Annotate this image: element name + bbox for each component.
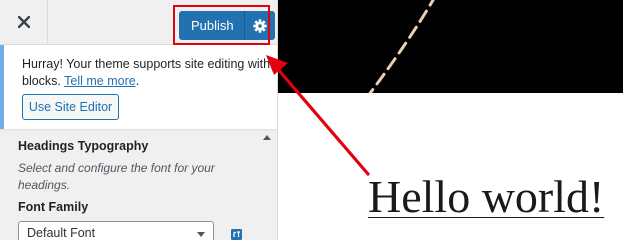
section-description: Select and configure the font for your h… (18, 161, 215, 192)
use-site-editor-button[interactable]: Use Site Editor (22, 94, 119, 120)
site-preview: Hello world! (278, 0, 623, 240)
hero-cover (278, 0, 623, 93)
publish-highlight-annotation (173, 5, 270, 45)
notice-message: Hurray! Your theme supports site editing… (22, 56, 272, 90)
section-title: Headings Typography (18, 139, 149, 153)
notice-text: Hurray! Your theme supports site editing… (22, 57, 271, 88)
post-title-link[interactable]: Hello world! (368, 170, 604, 223)
close-icon (17, 16, 30, 28)
dashed-line-decoration (368, 0, 435, 93)
font-family-label: Font Family (18, 200, 89, 214)
site-editing-notice: Hurray! Your theme supports site editing… (0, 45, 277, 129)
tell-me-more-link[interactable]: Tell me more (64, 74, 136, 88)
close-button[interactable] (0, 0, 48, 44)
font-family-value: Default Font (27, 226, 96, 240)
notice-trailing: . (135, 74, 140, 88)
chevron-up-icon[interactable] (263, 135, 271, 140)
font-family-select[interactable]: Default Font (18, 221, 214, 240)
chevron-down-icon (197, 232, 205, 237)
headings-typography-section: Headings Typography Select and configure… (0, 129, 277, 240)
reset-icon[interactable] (231, 229, 242, 240)
